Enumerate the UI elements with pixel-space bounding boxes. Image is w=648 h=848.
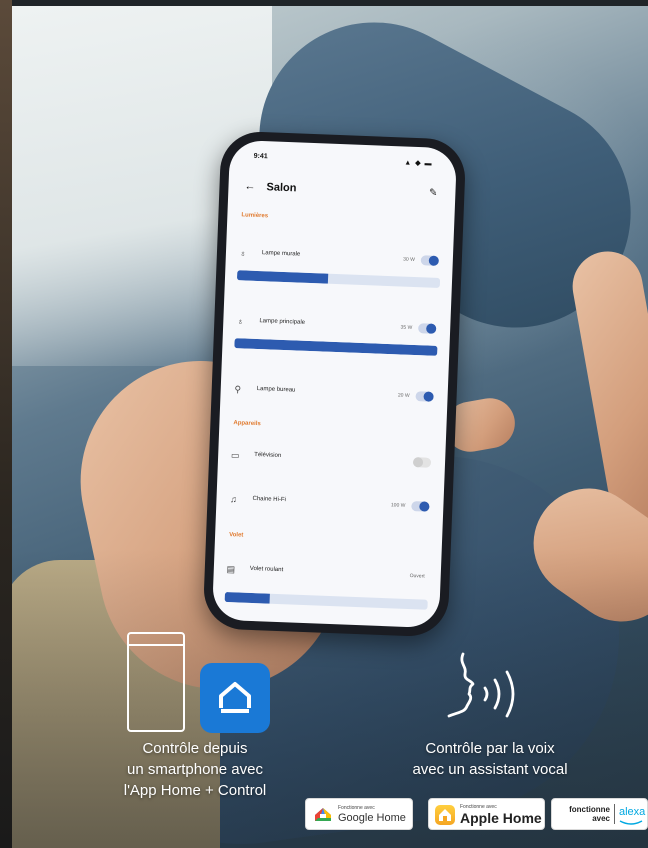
back-arrow-icon[interactable]: ← — [244, 180, 255, 192]
alexa-badge: fonctionne avec alexa — [551, 798, 648, 830]
status-bar: 9:41 ▲ ◆ ▬ — [247, 153, 438, 172]
edit-icon[interactable]: ✎ — [429, 187, 438, 198]
device-toggle[interactable] — [418, 323, 437, 334]
device-toggle[interactable] — [415, 391, 434, 402]
device-row[interactable]: ♁ Lampe principale 35 W — [235, 312, 439, 342]
smartphone-outline-icon — [127, 632, 185, 732]
status-time: 9:41 — [253, 152, 268, 161]
toggle-knob — [419, 501, 430, 512]
google-home-icon — [314, 807, 332, 827]
badge-big-text: Apple Home — [460, 810, 542, 826]
device-value: 30 W — [403, 256, 415, 263]
smartphone: 9:41 ▲ ◆ ▬ ← Salon ✎ Lumières ♁ Lampe mu… — [202, 130, 467, 638]
alexa-divider — [614, 804, 615, 824]
device-label: Lampe murale — [261, 250, 301, 258]
right-hand-finger — [567, 245, 648, 525]
device-value: 20 W — [397, 392, 410, 399]
alexa-smile-icon — [619, 820, 643, 825]
device-row[interactable]: ▭ Télévision — [230, 446, 434, 476]
home-app-icon — [200, 663, 270, 733]
caption-line: Contrôle depuis — [142, 740, 248, 757]
frame-top — [0, 0, 648, 6]
smartphone-caption: Contrôle depuis un smartphone avec l'App… — [95, 738, 295, 801]
bulb-icon: ♁ — [236, 316, 244, 327]
apple-home-icon — [435, 805, 455, 825]
device-row[interactable]: ♁ Lampe murale 30 W — [237, 244, 441, 274]
voice-caption: Contrôle par la voix avec un assistant v… — [390, 738, 590, 780]
caption-line: avec un assistant vocal — [412, 761, 568, 778]
dimmer-slider[interactable] — [234, 338, 438, 356]
tv-icon: ▭ — [230, 450, 240, 461]
badge-small-text: Fonctionne avec — [338, 805, 375, 811]
toggle-knob — [423, 391, 434, 402]
device-label: Chaine Hi-Fi — [252, 495, 286, 504]
badge-big-text: Google Home — [338, 812, 406, 824]
device-value: 35 W — [400, 324, 413, 331]
toggle-knob — [426, 323, 437, 334]
toggle-knob — [428, 255, 439, 266]
alexa-logo-text: alexa — [619, 806, 646, 818]
caption-line: Contrôle par la voix — [425, 740, 555, 757]
shutter-slider[interactable] — [224, 591, 428, 610]
device-row[interactable]: ♫ Chaine Hi-Fi 100 W — [228, 490, 432, 520]
voice-speaking-icon — [435, 650, 545, 735]
app-header: ← Salon ✎ — [242, 178, 442, 206]
device-toggle[interactable] — [420, 255, 439, 266]
music-icon: ♫ — [229, 494, 238, 505]
device-label: Lampe principale — [259, 318, 306, 326]
device-label: Télévision — [254, 451, 282, 460]
dimmer-fill — [236, 270, 329, 284]
desk-lamp-icon: ⚲ — [234, 384, 242, 395]
device-row[interactable]: ⚲ Lampe bureau 20 W — [232, 380, 436, 410]
alexa-word-fonctionne: fonctionne — [569, 805, 610, 814]
caption-line: l'App Home + Control — [123, 782, 267, 799]
room-title: Salon — [266, 181, 297, 195]
shutter-icon: ▤ — [226, 563, 236, 575]
device-label: Lampe bureau — [256, 386, 296, 394]
status-icons: ▲ ◆ ▬ — [404, 159, 433, 168]
bulb-icon: ♁ — [239, 248, 247, 259]
background-photo: 9:41 ▲ ◆ ▬ ← Salon ✎ Lumières ♁ Lampe mu… — [0, 0, 648, 848]
smartphone-notch-line — [129, 644, 183, 646]
device-label: Volet roulant — [249, 565, 284, 574]
google-home-badge: Fonctionne avec Google Home — [305, 798, 413, 830]
frame-left — [0, 0, 12, 848]
dimmer-slider[interactable] — [236, 270, 441, 288]
device-value: 100 W — [390, 502, 406, 509]
section-lumieres: Lumières — [241, 212, 269, 220]
section-appareils: Appareils — [233, 420, 261, 428]
toggle-knob — [412, 457, 424, 468]
alexa-left-text: fonctionne avec — [556, 805, 610, 823]
section-volet: Volet — [229, 532, 244, 539]
dimmer-fill — [234, 338, 438, 356]
shutter-fill — [224, 591, 270, 604]
caption-line: un smartphone avec — [127, 761, 263, 778]
device-toggle[interactable] — [411, 501, 430, 512]
device-row[interactable]: ▤ Volet roulant Ouvert — [225, 560, 429, 590]
alexa-word-avec: avec — [592, 814, 610, 823]
apple-home-badge: Fonctionne avec Apple Home — [428, 798, 545, 830]
device-toggle[interactable] — [412, 457, 432, 468]
app-screen: 9:41 ▲ ◆ ▬ ← Salon ✎ Lumières ♁ Lampe mu… — [211, 139, 458, 629]
device-value: Ouvert — [409, 573, 425, 580]
